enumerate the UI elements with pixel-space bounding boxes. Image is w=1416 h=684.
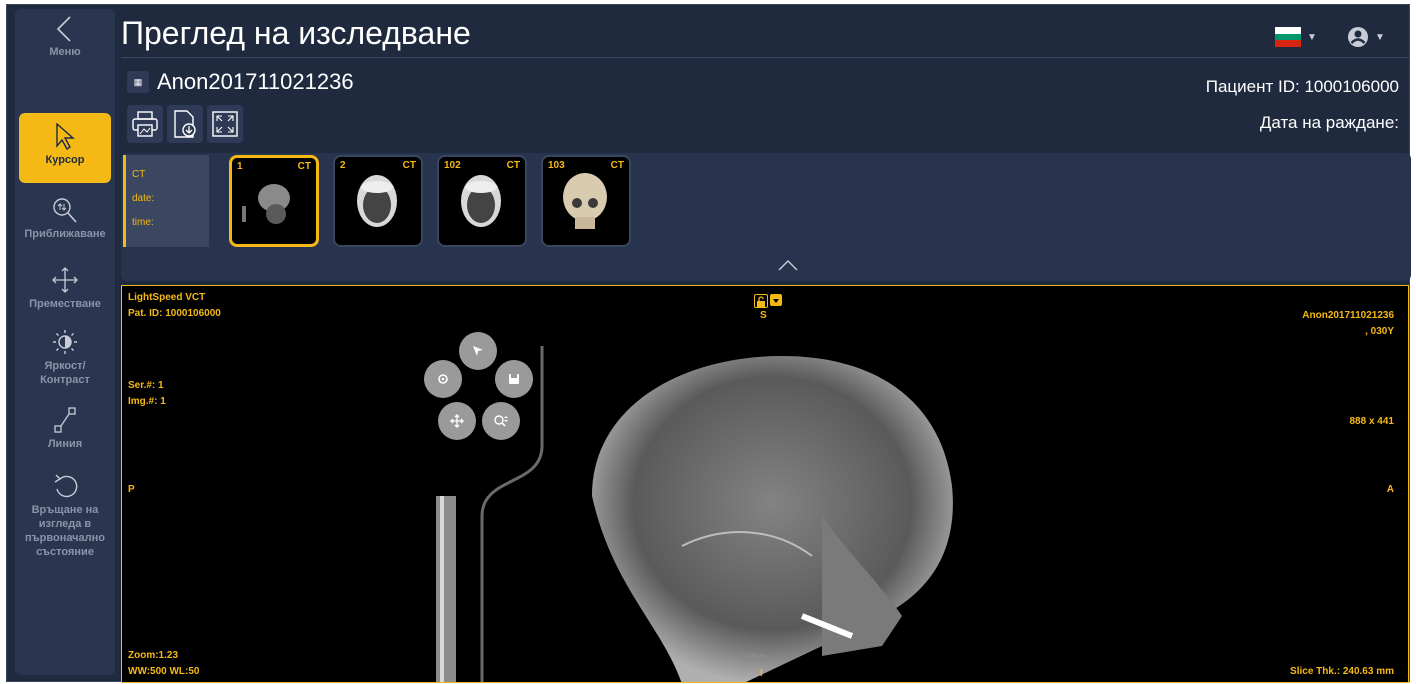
- fullscreen-icon: [212, 111, 238, 137]
- zoom-icon: [53, 198, 77, 223]
- series-thumbnail[interactable]: 103 CT: [541, 155, 631, 247]
- series-info: CT date: time:: [123, 155, 209, 247]
- image-viewport[interactable]: LightSpeed VCT Pat. ID: 1000106000 Ser.#…: [121, 285, 1409, 683]
- menu-label: Меню: [49, 46, 81, 58]
- sidebar-item-label: Приближаване: [24, 228, 106, 240]
- settings-icon: [438, 374, 448, 384]
- xray-lateral-thumbnail-image: [242, 184, 290, 224]
- radial-save-button[interactable]: [495, 360, 533, 398]
- radial-zoom-button[interactable]: [482, 402, 520, 440]
- patient-id: Пациент ID: 1000106000: [1205, 77, 1399, 96]
- series-thumbnail[interactable]: 1 CT: [229, 155, 319, 247]
- download-button[interactable]: [167, 105, 203, 143]
- sidebar-item-move[interactable]: Преместване: [19, 265, 111, 321]
- lock-icon[interactable]: [754, 294, 768, 308]
- cursor-icon: [56, 122, 75, 151]
- sidebar-item-label: Линия: [47, 438, 83, 450]
- download-icon: [174, 110, 196, 138]
- image-dimensions: 888 x 441: [1349, 416, 1395, 427]
- collapse-chevron-up-icon[interactable]: [777, 258, 799, 272]
- series-time-label: time:: [132, 217, 154, 228]
- orientation-right: A: [1386, 484, 1394, 495]
- fullscreen-button[interactable]: [207, 105, 243, 143]
- menu-button[interactable]: Меню: [19, 15, 111, 67]
- header-divider: [121, 57, 1409, 58]
- app-window: Меню Курсор Приближаване Преместване Ярк…: [6, 4, 1411, 683]
- sidebar-item-label: Курсор: [45, 154, 85, 166]
- sidebar-item-label-line2: изгледа в: [38, 518, 92, 530]
- series-date-label: date:: [132, 193, 155, 204]
- sidebar-item-reset[interactable]: Връщане на изгледа в първоначално състоя…: [19, 471, 111, 581]
- birth-date: Дата на раждане:: [1259, 113, 1399, 132]
- device-name: LightSpeed VCT: [128, 292, 206, 303]
- series-thumbnail[interactable]: 102 CT: [437, 155, 527, 247]
- radial-settings-button[interactable]: [424, 360, 462, 398]
- slice-thickness: Slice Thk.: 240.63 mm: [1290, 666, 1394, 677]
- xray-lateral-skull-image: [436, 346, 953, 682]
- window-level: WW:500 WL:50: [128, 666, 200, 677]
- print-button[interactable]: [127, 105, 163, 143]
- cursor-icon: [473, 346, 483, 356]
- orientation-bottom: I: [760, 668, 763, 679]
- ct-axial-thumbnail-image: [461, 175, 501, 227]
- sidebar-item-brightness-contrast[interactable]: Яркост/ Контраст: [19, 327, 111, 397]
- brightness-contrast-icon: [53, 330, 77, 354]
- page-title: Преглед на изследване: [121, 15, 471, 51]
- lock-dropdown-caret-icon[interactable]: [770, 294, 782, 306]
- move-icon: [52, 267, 78, 293]
- series-modality: CT: [132, 169, 146, 180]
- sidebar-item-label-line2: Контраст: [40, 374, 90, 386]
- radial-cursor-button[interactable]: [459, 332, 497, 370]
- sidebar-item-label: Преместване: [29, 298, 101, 310]
- series-thumbnail[interactable]: 2 CT: [333, 155, 423, 247]
- bulgarian-flag-icon[interactable]: [1275, 27, 1301, 47]
- user-dropdown-caret-icon[interactable]: ▼: [1375, 32, 1385, 43]
- zoom-icon: [494, 415, 508, 427]
- reset-icon: [54, 474, 78, 498]
- orientation-left: P: [128, 484, 135, 495]
- sidebar-item-label-line3: първоначално: [24, 532, 106, 544]
- overlay-patient-id: Pat. ID: 1000106000: [128, 308, 221, 319]
- user-icon[interactable]: [1347, 26, 1369, 48]
- sidebar-item-line[interactable]: Линия: [19, 405, 111, 461]
- chevron-left-icon: [56, 16, 71, 42]
- sidebar-item-label-line4: състояние: [36, 546, 94, 558]
- move-icon: [450, 414, 464, 428]
- print-icon: [132, 111, 158, 137]
- ct-axial-thumbnail-image: [357, 175, 397, 227]
- language-dropdown-caret-icon[interactable]: ▼: [1307, 32, 1317, 43]
- orientation-top: S: [760, 310, 767, 321]
- zoom-level: Zoom:1.23: [128, 650, 179, 661]
- skull-3d-thumbnail-image: [563, 173, 607, 229]
- sidebar-item-cursor[interactable]: Курсор: [19, 113, 111, 183]
- scroll-arrows-icon[interactable]: ◀◀▶▶: [738, 652, 769, 663]
- grid-icon[interactable]: ▦: [127, 71, 149, 93]
- sidebar-item-label-line1: Връщане на: [31, 504, 99, 516]
- save-icon: [509, 374, 519, 384]
- line-icon: [54, 407, 76, 433]
- sidebar-item-label-line1: Яркост/: [44, 360, 86, 372]
- overlay-patient-name: Anon201711021236: [1302, 310, 1394, 321]
- study-name: Anon201711021236: [157, 69, 354, 94]
- series-number: Ser.#: 1: [128, 380, 164, 391]
- radial-move-button[interactable]: [438, 402, 476, 440]
- sidebar: Меню Курсор Приближаване Преместване Ярк…: [15, 9, 115, 675]
- image-number: Img.#: 1: [128, 396, 166, 407]
- patient-age: , 030Y: [1365, 326, 1394, 337]
- sidebar-item-zoom[interactable]: Приближаване: [19, 195, 111, 251]
